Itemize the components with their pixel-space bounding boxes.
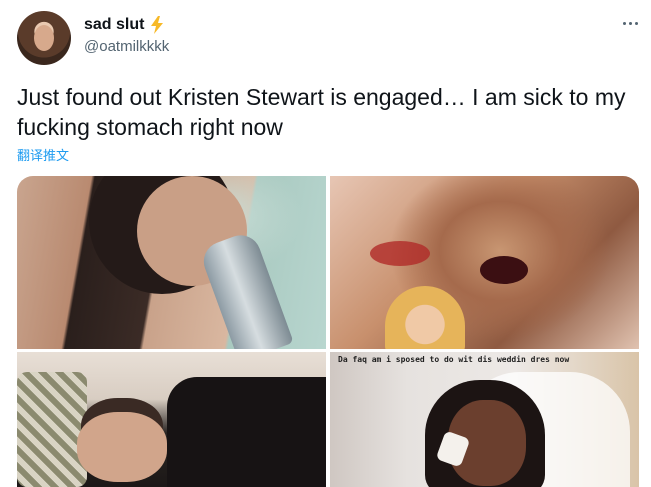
more-horizontal-icon: [628, 21, 632, 25]
photo-person: [385, 286, 465, 349]
photo-detail: [370, 241, 430, 266]
user-handle[interactable]: @oatmilkkkk: [84, 38, 169, 55]
avatar[interactable]: [17, 11, 71, 65]
display-name[interactable]: sad slut: [84, 16, 144, 34]
tweet-text: Just found out Kristen Stewart is engage…: [17, 84, 626, 140]
media-grid: Da faq am i sposed to do wit dis weddin …: [17, 176, 639, 487]
photo-crying-mouth: [480, 256, 528, 284]
media-photo-3[interactable]: [17, 352, 326, 487]
media-photo-4[interactable]: Da faq am i sposed to do wit dis weddin …: [330, 352, 639, 487]
more-horizontal-icon: [622, 21, 626, 25]
more-options-button[interactable]: [617, 13, 643, 33]
lightning-bolt-icon: [151, 16, 164, 34]
photo-bottle: [198, 229, 294, 349]
author-name-row: sad slut: [84, 14, 165, 36]
media-photo-1[interactable]: [17, 176, 326, 349]
photo-shirt: [167, 377, 326, 487]
avatar-face: [34, 25, 54, 51]
more-horizontal-icon: [634, 21, 638, 25]
translate-tweet-link[interactable]: 翻译推文: [17, 145, 69, 164]
photo-caption: Da faq am i sposed to do wit dis weddin …: [338, 355, 570, 364]
photo-sleeping-person: [77, 412, 167, 482]
media-photo-2[interactable]: [330, 176, 639, 349]
photo-pillow: [17, 372, 87, 487]
